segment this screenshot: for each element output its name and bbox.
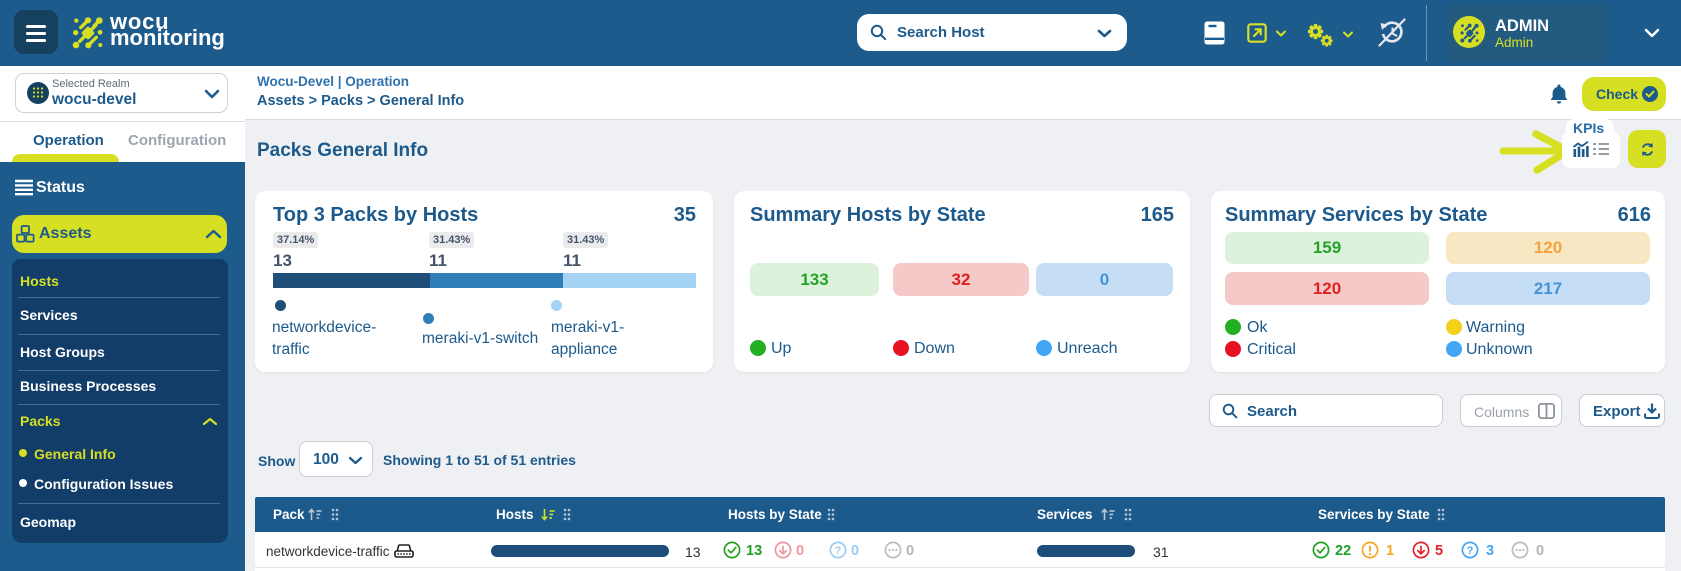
svg-text:?: ? bbox=[1467, 545, 1474, 557]
svg-text:?: ? bbox=[835, 545, 842, 557]
